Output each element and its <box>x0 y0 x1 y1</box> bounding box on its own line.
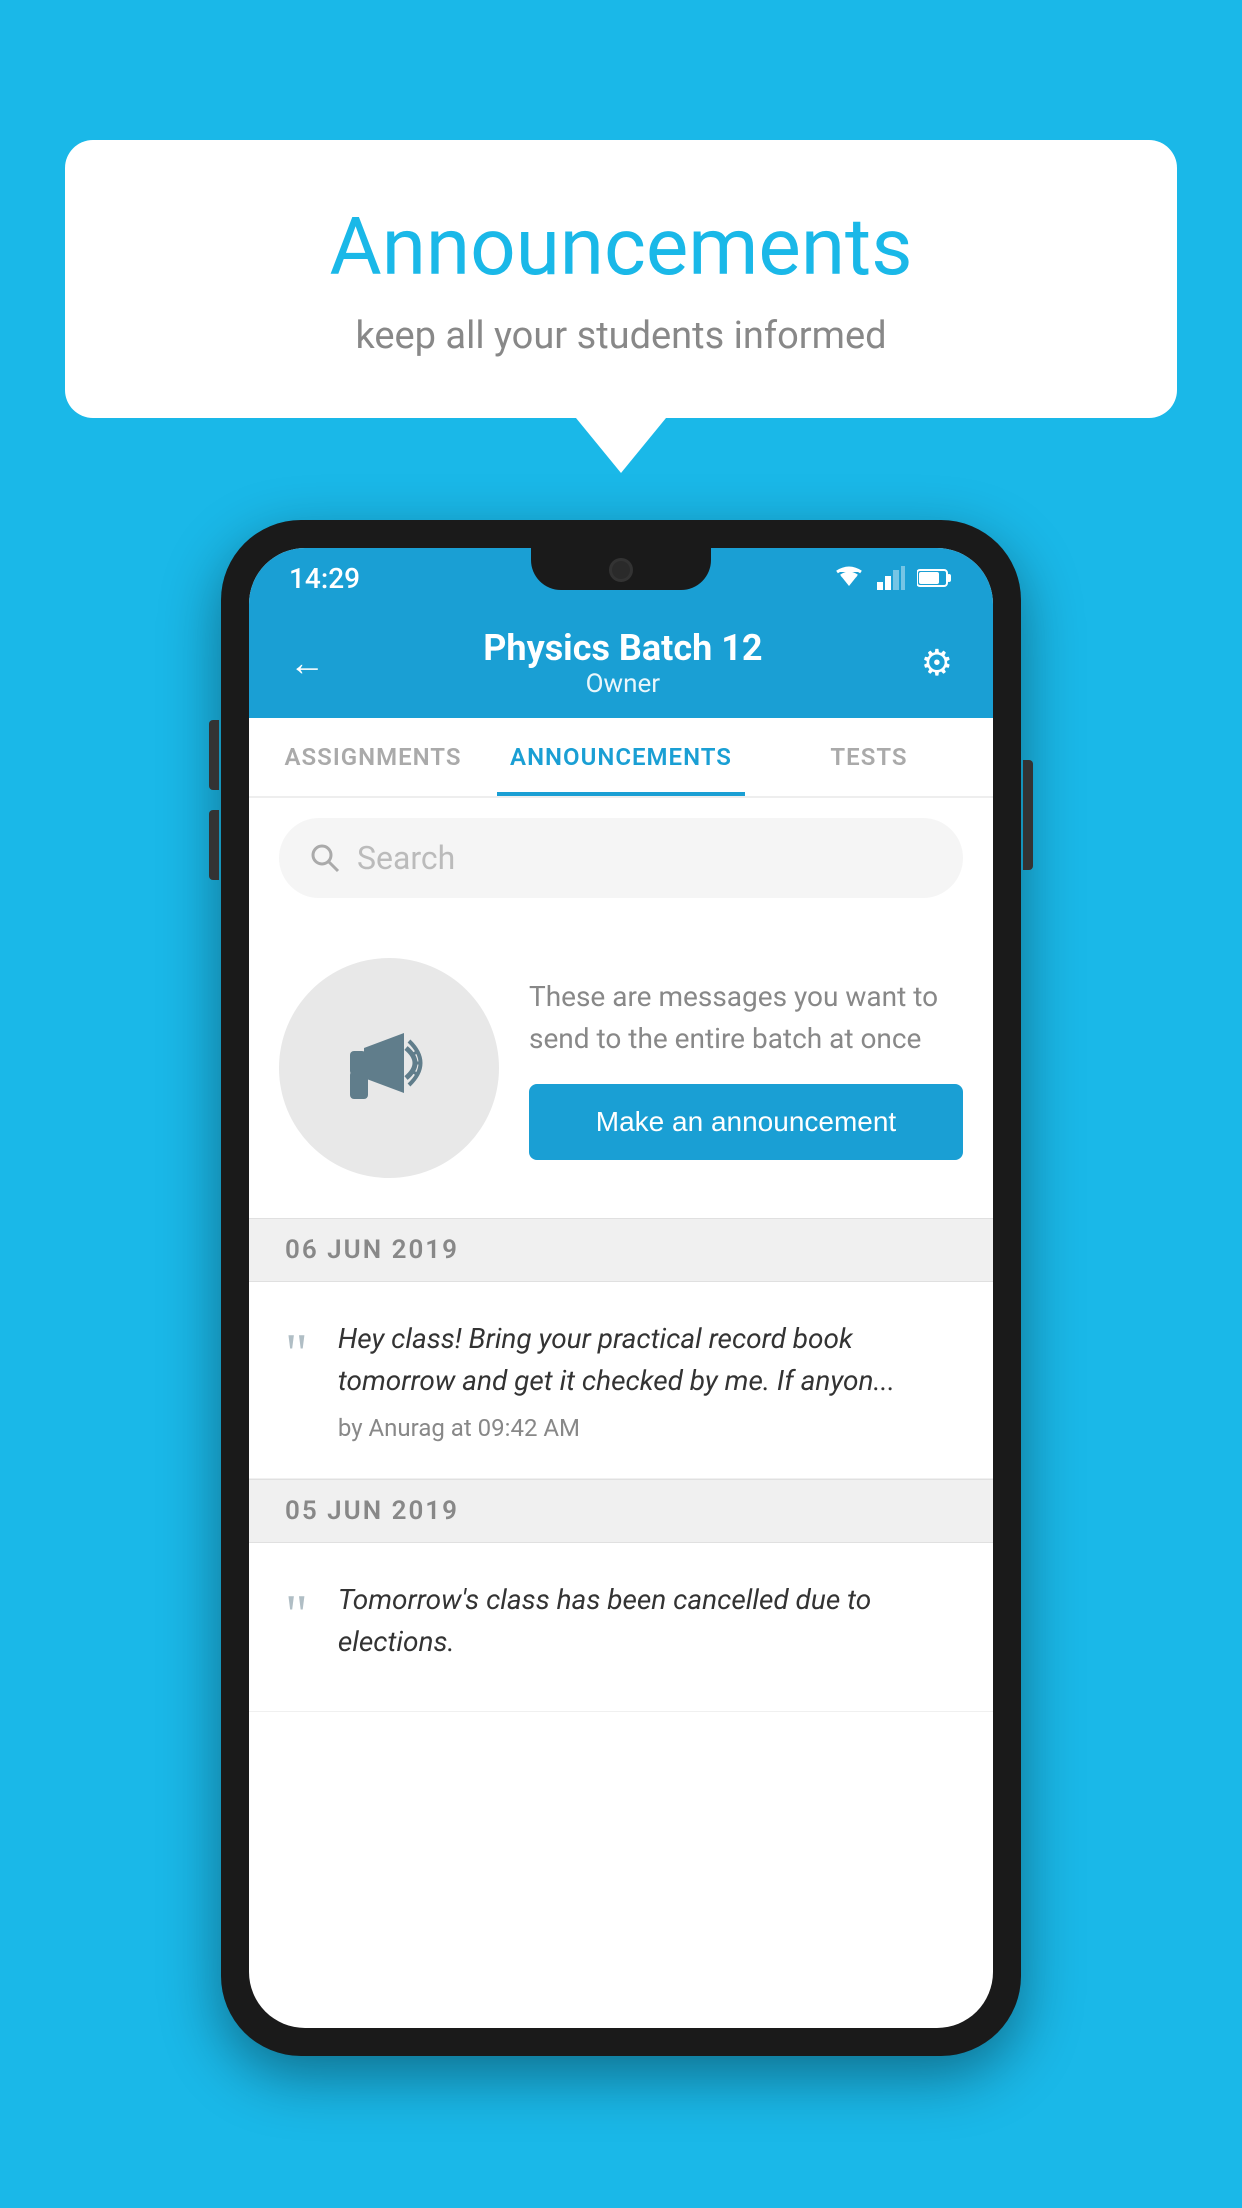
date-separator-2: 05 JUN 2019 <box>249 1479 993 1543</box>
app-bar-title-group: Physics Batch 12 Owner <box>483 627 762 699</box>
volume-down-button <box>209 810 219 880</box>
volume-up-button <box>209 720 219 790</box>
wifi-icon <box>833 566 865 590</box>
search-container: Search <box>249 798 993 918</box>
announcement-text-2: Tomorrow's class has been cancelled due … <box>338 1579 957 1663</box>
megaphone-icon <box>334 1013 444 1123</box>
speech-bubble-tail <box>576 418 666 473</box>
make-announcement-button[interactable]: Make an announcement <box>529 1084 963 1160</box>
search-box[interactable]: Search <box>279 818 963 898</box>
announcement-text-1: Hey class! Bring your practical record b… <box>338 1318 957 1402</box>
speech-bubble-subtitle: keep all your students informed <box>145 314 1097 358</box>
status-icons <box>833 566 953 590</box>
tab-tests[interactable]: TESTS <box>745 718 993 796</box>
tab-assignments[interactable]: ASSIGNMENTS <box>249 718 497 796</box>
search-icon <box>309 842 341 874</box>
camera-icon <box>609 558 633 582</box>
app-bar-subtitle: Owner <box>483 669 762 699</box>
phone-notch <box>531 548 711 590</box>
promo-section: These are messages you want to send to t… <box>249 918 993 1218</box>
announcement-item-1[interactable]: " Hey class! Bring your practical record… <box>249 1282 993 1479</box>
tabs-bar: ASSIGNMENTS ANNOUNCEMENTS TESTS <box>249 718 993 798</box>
announcement-item-2[interactable]: " Tomorrow's class has been cancelled du… <box>249 1543 993 1712</box>
tab-announcements[interactable]: ANNOUNCEMENTS <box>497 718 745 796</box>
battery-icon <box>917 566 953 590</box>
quote-icon-2: " <box>285 1587 308 1643</box>
back-button[interactable]: ← <box>289 642 325 684</box>
phone-screen: 14:29 <box>249 548 993 2028</box>
announcement-meta-1: by Anurag at 09:42 AM <box>338 1414 957 1442</box>
power-button <box>1023 760 1033 870</box>
speech-bubble-title: Announcements <box>145 200 1097 294</box>
promo-content: These are messages you want to send to t… <box>529 976 963 1160</box>
quote-icon: " <box>285 1326 308 1382</box>
announcement-content-2: Tomorrow's class has been cancelled due … <box>338 1579 957 1675</box>
app-bar-title: Physics Batch 12 <box>483 627 762 669</box>
promo-icon-circle <box>279 958 499 1178</box>
search-placeholder: Search <box>357 839 455 877</box>
signal-icon <box>877 566 905 590</box>
phone-frame: 14:29 <box>221 520 1021 2056</box>
speech-bubble: Announcements keep all your students inf… <box>65 140 1177 418</box>
speech-bubble-section: Announcements keep all your students inf… <box>65 140 1177 473</box>
app-bar: ← Physics Batch 12 Owner ⚙ <box>249 608 993 718</box>
announcement-content-1: Hey class! Bring your practical record b… <box>338 1318 957 1442</box>
settings-button[interactable]: ⚙ <box>921 642 953 684</box>
promo-text: These are messages you want to send to t… <box>529 976 963 1060</box>
date-separator-1: 06 JUN 2019 <box>249 1218 993 1282</box>
status-time: 14:29 <box>289 562 360 595</box>
phone-mockup: 14:29 <box>221 520 1021 2056</box>
